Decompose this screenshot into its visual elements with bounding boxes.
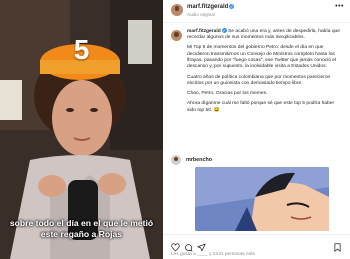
- post-side-panel: marf.fitzgerald ✓ Audio original ••• marf…: [163, 0, 350, 259]
- instagram-post: 5 sobre todo el día en el que le metió e…: [0, 0, 350, 259]
- post-header: marf.fitzgerald ✓ Audio original •••: [163, 0, 350, 23]
- bookmark-icon[interactable]: [333, 239, 342, 253]
- share-icon[interactable]: [197, 239, 206, 252]
- caption-paragraph: Cuatro años de política colombiana que p…: [187, 74, 331, 86]
- caption-paragraph: Ahora díganme cuál me faltó porque sé qu…: [187, 101, 335, 113]
- comment-icon[interactable]: [184, 239, 193, 252]
- caption-paragraph: Mi Top 5 de momentos del gobierno Petro:…: [187, 45, 337, 70]
- caption-paragraph: Chao, Petro. Gracias por los memes.: [187, 91, 268, 97]
- video-subtitle: sobre todo el día en el que le metió est…: [9, 218, 154, 239]
- post-caption: marf.fitzgerald ✓ Se acabó una era y, ant…: [171, 28, 343, 118]
- gif-image: [195, 167, 329, 231]
- likes-count[interactable]: Les gusta a ____ y 2231 personas más: [171, 252, 255, 257]
- post-username[interactable]: marf.fitzgerald ✓: [187, 4, 235, 10]
- comment-username[interactable]: mrbencho: [186, 157, 212, 163]
- caption-avatar[interactable]: [171, 30, 182, 41]
- verified-icon: ✓: [229, 4, 235, 9]
- avatar[interactable]: [171, 4, 183, 16]
- audio-label[interactable]: Audio original: [187, 12, 215, 17]
- action-bar: [163, 234, 350, 253]
- comment-avatar[interactable]: [171, 155, 181, 165]
- video-player[interactable]: 5 sobre todo el día en el que le metió e…: [0, 0, 163, 259]
- video-overlay-number: 5: [73, 34, 90, 65]
- heart-icon[interactable]: [171, 239, 180, 252]
- username-text[interactable]: marf.fitzgerald: [187, 4, 228, 10]
- caption-username[interactable]: marf.fitzgerald: [187, 29, 221, 34]
- more-icon[interactable]: •••: [335, 3, 344, 10]
- verified-icon: ✓: [221, 28, 227, 33]
- comment-gif: [195, 167, 329, 231]
- caption-text: marf.fitzgerald ✓ Se acabó una era y, ant…: [187, 28, 343, 114]
